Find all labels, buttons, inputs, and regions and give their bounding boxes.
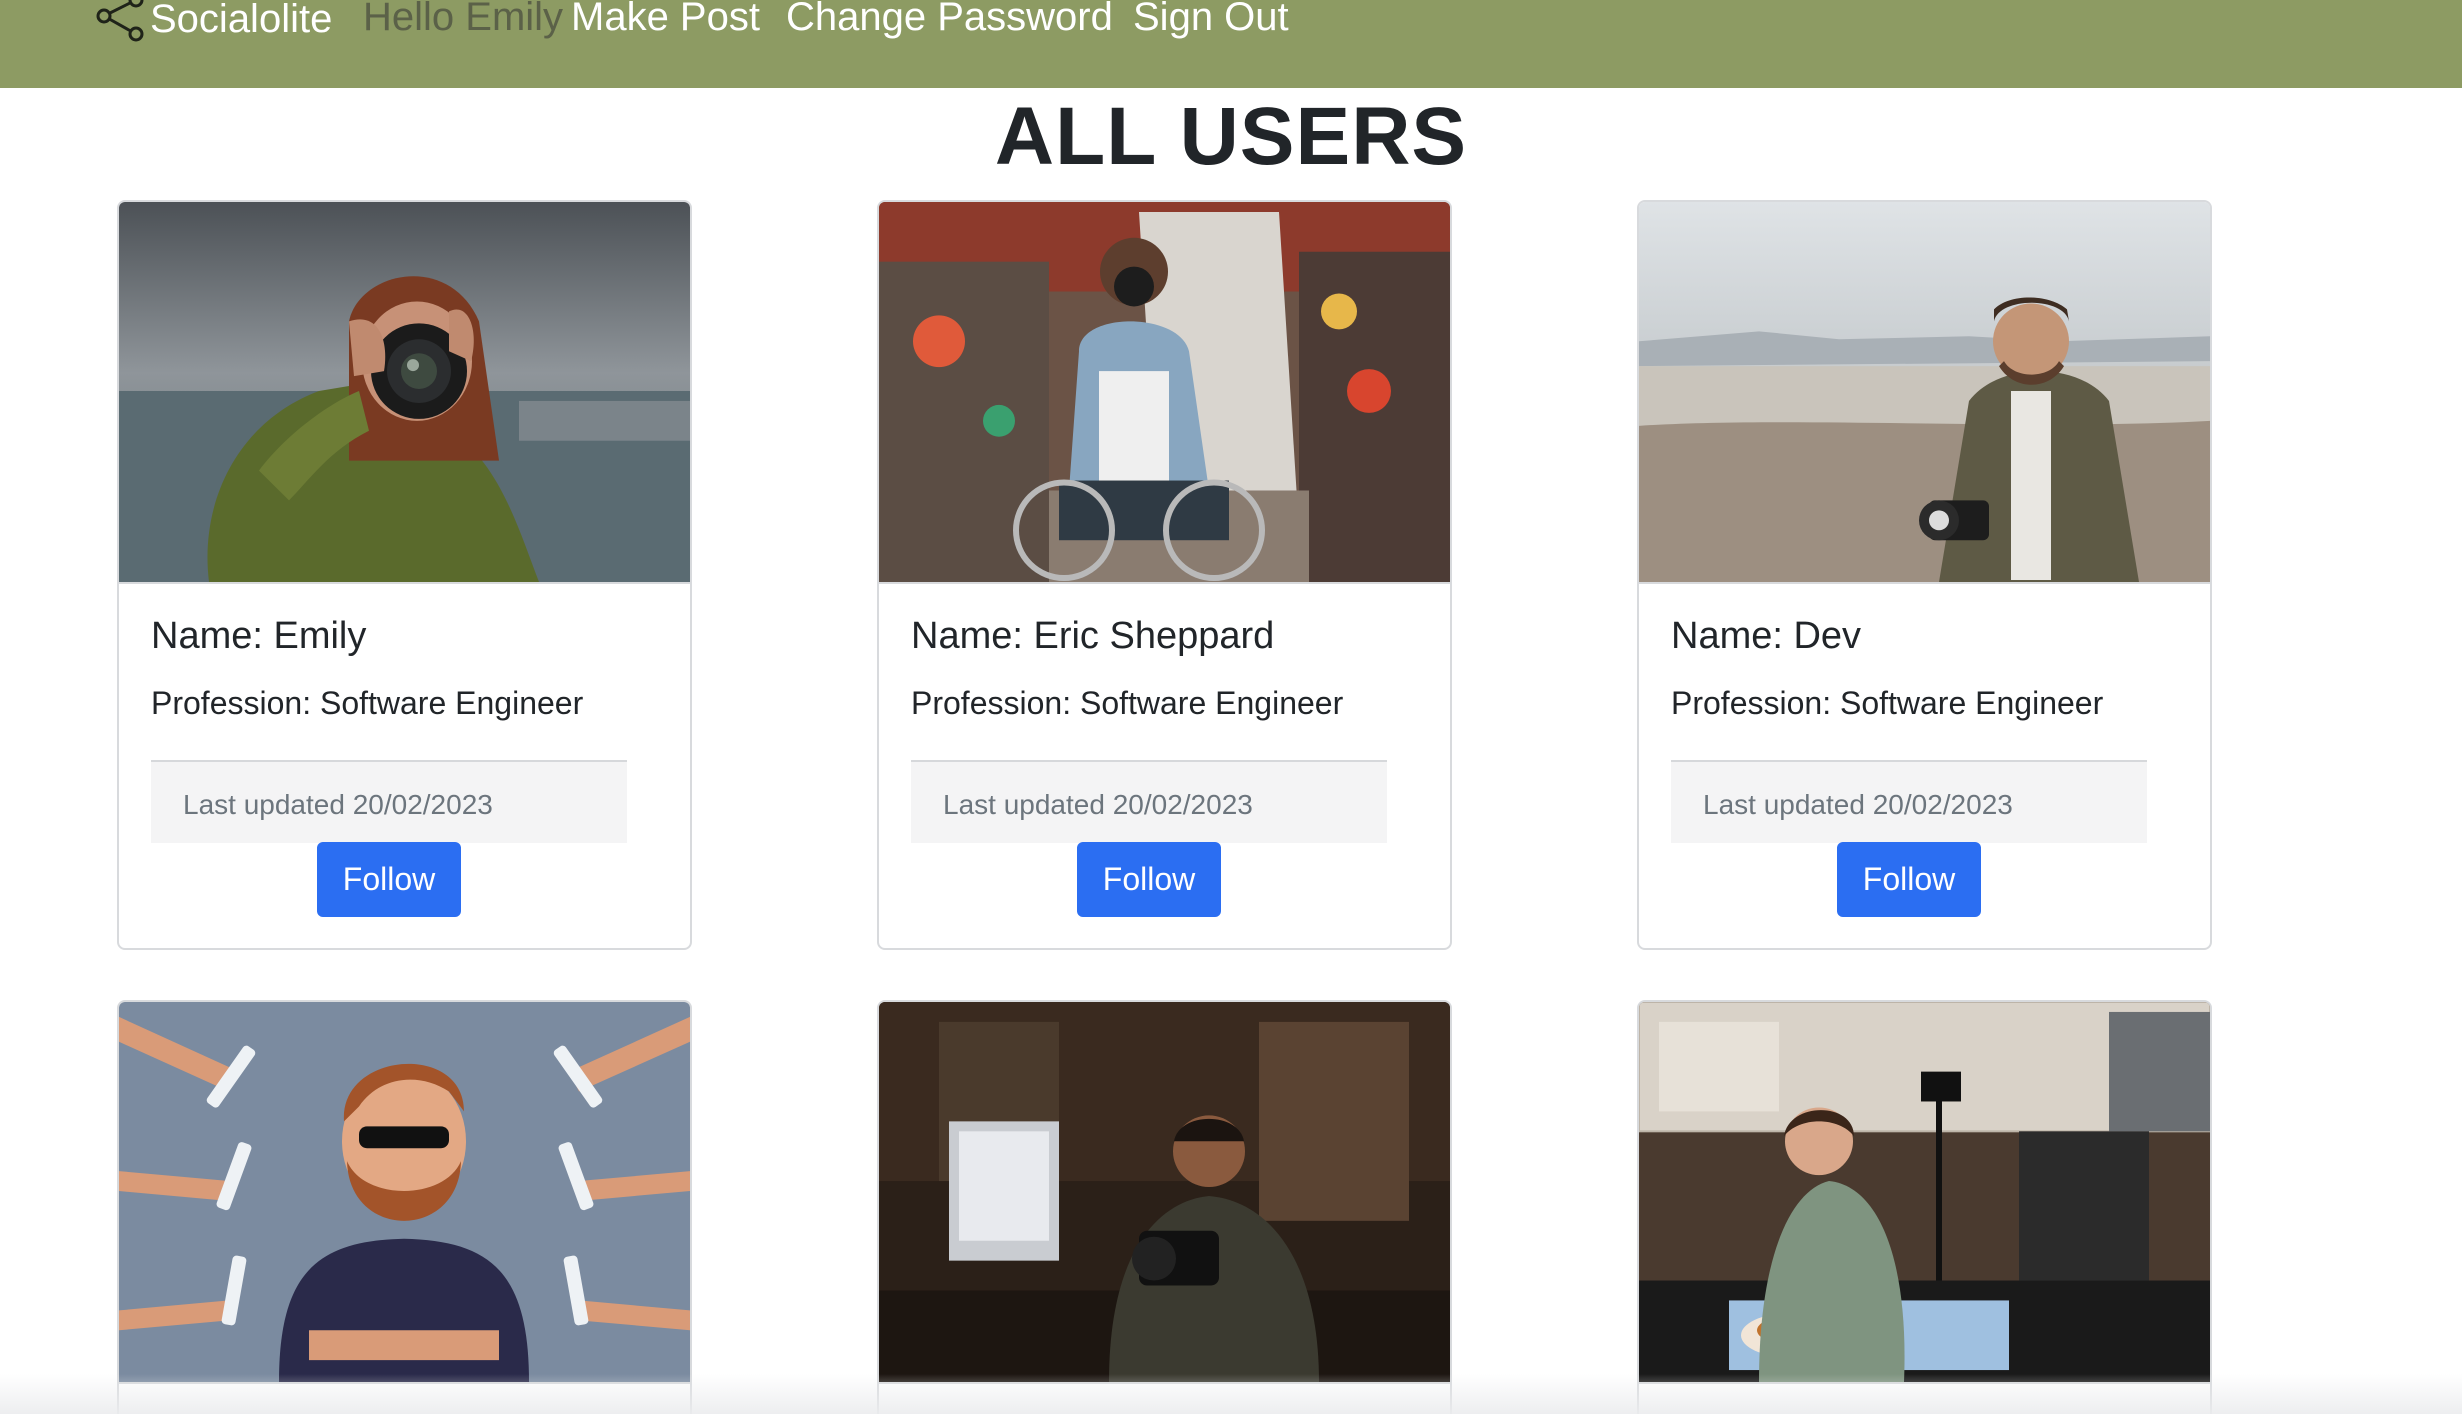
change-password-link[interactable]: Change Password [786, 0, 1113, 37]
bottom-fade [0, 1374, 2462, 1414]
last-updated-text: Last updated 20/02/2023 [1703, 789, 2013, 820]
sign-out-link[interactable]: Sign Out [1133, 0, 1289, 37]
man-with-camera-on-beach-photo [1639, 202, 2210, 584]
share-nodes-icon [96, 0, 144, 42]
user-name: Name: Emily [151, 615, 367, 657]
brand-link[interactable]: Socialolite [92, 0, 332, 44]
last-updated-text: Last updated 20/02/2023 [943, 789, 1253, 820]
user-card: Name: Emily Profession: Software Enginee… [117, 200, 692, 950]
user-card [117, 1000, 692, 1414]
follow-button[interactable]: Follow [317, 842, 461, 917]
greeting-text: Hello Emily [363, 0, 564, 39]
user-name: Name: Dev [1671, 615, 1862, 657]
follow-button[interactable]: Follow [1077, 842, 1221, 917]
woman-with-camera-photo [119, 202, 690, 584]
follow-button[interactable]: Follow [1837, 842, 1981, 917]
user-name: Name: Eric Sheppard [911, 615, 1275, 657]
woman-food-photography-studio-photo [1639, 1002, 2210, 1384]
navbar: Socialolite Hello Emily Make Post Change… [0, 0, 2462, 88]
user-card: Name: Dev Profession: Software Engineer … [1637, 200, 2212, 950]
user-profession: Profession: Software Engineer [151, 685, 584, 721]
card-footer: Last updated 20/02/2023 [911, 760, 1387, 843]
brand-name: Socialolite [150, 0, 333, 41]
photographer-at-computer-photo [879, 1002, 1450, 1384]
user-card [877, 1000, 1452, 1414]
user-card: Name: Eric Sheppard Profession: Software… [877, 200, 1452, 950]
make-post-link[interactable]: Make Post [571, 0, 760, 37]
cartoon-bearded-man-with-phones-illustration [119, 1002, 690, 1384]
photographer-in-wheelchair-photo [879, 202, 1450, 584]
page: Socialolite Hello Emily Make Post Change… [0, 0, 2462, 1414]
user-profession: Profession: Software Engineer [911, 685, 1344, 721]
last-updated-text: Last updated 20/02/2023 [183, 789, 493, 820]
card-footer: Last updated 20/02/2023 [1671, 760, 2147, 843]
user-card [1637, 1000, 2212, 1414]
card-footer: Last updated 20/02/2023 [151, 760, 627, 843]
user-profession: Profession: Software Engineer [1671, 685, 2104, 721]
page-title: ALL USERS [994, 91, 1468, 182]
